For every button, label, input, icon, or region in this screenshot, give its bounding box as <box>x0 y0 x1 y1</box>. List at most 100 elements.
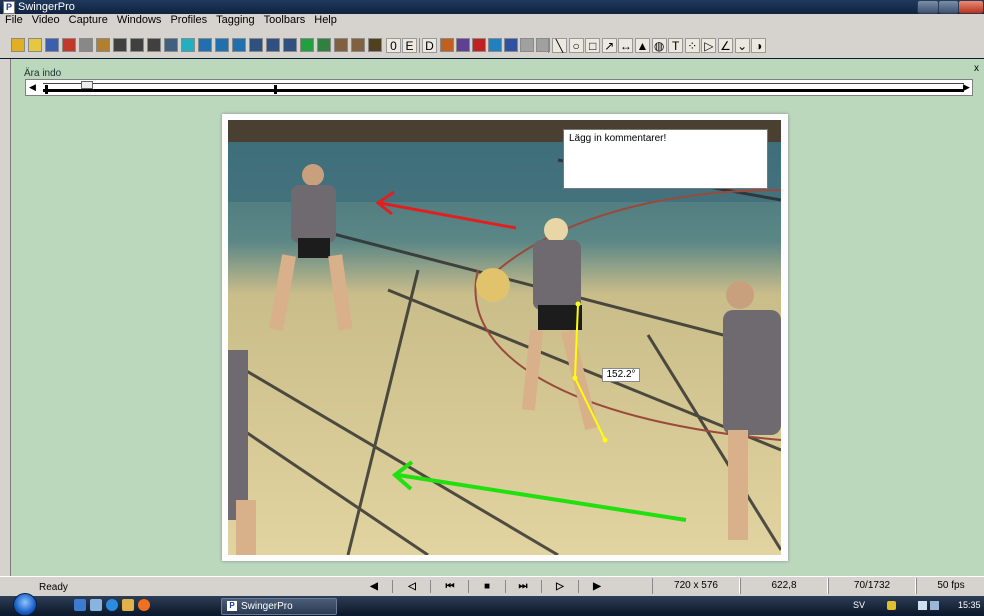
fps-readout: 50 fps <box>916 578 984 594</box>
play-back-button[interactable]: ◁ <box>404 579 420 594</box>
timeline-range-line <box>43 83 964 84</box>
separator <box>578 580 579 593</box>
toolbar-tool-icon[interactable] <box>232 38 246 52</box>
menu-file[interactable]: File <box>0 14 27 27</box>
toolbar-tool-icon[interactable] <box>215 38 229 52</box>
toolbar-tool-icon[interactable] <box>113 38 127 52</box>
quicklaunch-ie-icon[interactable] <box>106 599 118 611</box>
menu-windows[interactable]: Windows <box>112 14 166 27</box>
drawing-tool-icon[interactable]: ▲ <box>635 38 650 53</box>
toolbar-tool-icon[interactable] <box>79 38 93 52</box>
separator <box>430 580 431 593</box>
toolbar-tool-icon[interactable] <box>351 38 365 52</box>
toolbar-tool-icon[interactable] <box>198 38 212 52</box>
stop-button[interactable]: ■ <box>479 579 495 594</box>
taskbar-swingerpro-button[interactable]: P SwingerPro <box>221 598 337 615</box>
title-bar: P SwingerPro <box>0 0 984 14</box>
toolbar-tool-icon[interactable] <box>488 38 502 52</box>
tray-shield-icon[interactable] <box>887 601 896 610</box>
drawing-tool-icon[interactable]: ↗ <box>601 38 617 53</box>
step-forward-button[interactable]: ▶ <box>589 579 605 594</box>
timeline-bar[interactable]: ◀ ▶ <box>25 79 973 96</box>
tool-o-button[interactable]: 0 <box>386 38 401 53</box>
toolbar-tool-icon[interactable] <box>11 38 25 52</box>
comment-box[interactable]: Lägg in kommentarer! <box>563 129 768 189</box>
tool-e-button[interactable]: E <box>402 38 417 53</box>
toolbar: 0 E D ╲ ○ □ ↗ ↔ ▲ ◍ T ⁘ ▷ ∠ ⌄ ◑ <box>0 27 984 58</box>
toolbar-tool-icon[interactable] <box>130 38 144 52</box>
clock[interactable]: 15:35 <box>958 598 981 613</box>
last-frame-button[interactable]: ⏭ <box>515 579 531 594</box>
tray-volume-icon[interactable] <box>930 601 939 610</box>
toolbar-tool-icon[interactable] <box>181 38 195 52</box>
menu-capture[interactable]: Capture <box>64 14 112 27</box>
menu-video[interactable]: Video <box>27 14 64 27</box>
toolbar-tool-icon[interactable] <box>164 38 178 52</box>
angle-point <box>572 375 578 381</box>
toolbar-tool-icon[interactable] <box>266 38 280 52</box>
menu-help[interactable]: Help <box>309 14 341 27</box>
quicklaunch-desktop-icon[interactable] <box>74 599 86 611</box>
drawing-tool-icon[interactable]: ∠ <box>718 38 733 53</box>
toolbar-tool-icon[interactable] <box>334 38 348 52</box>
toolbar-tool-icon[interactable] <box>440 38 454 52</box>
toolbar-tool-icon[interactable] <box>249 38 263 52</box>
panel-close-button[interactable]: x <box>974 64 979 74</box>
menu-profiles[interactable]: Profiles <box>165 14 211 27</box>
system-tray: SV 15:35 <box>840 598 984 613</box>
resolution-readout: 720 x 576 <box>652 578 740 594</box>
language-indicator[interactable]: SV <box>853 598 865 613</box>
toolbar-tool-icon[interactable] <box>283 38 297 52</box>
toolbar-tool-icon[interactable] <box>28 38 42 52</box>
toolbar-tool-icon[interactable] <box>300 38 314 52</box>
toolbar-tool-icon[interactable] <box>62 38 76 52</box>
drawing-tool-icon[interactable]: ⌄ <box>734 38 750 53</box>
drawing-tool-icon[interactable]: ⁘ <box>684 38 700 53</box>
angle-label[interactable]: 152.2° <box>602 368 640 382</box>
menu-bar: File Video Capture Windows Profiles Tagging To… <box>0 14 984 27</box>
start-button[interactable] <box>13 593 37 616</box>
toolbar-tool-icon[interactable] <box>368 38 382 52</box>
toolbar-tool-icon[interactable] <box>472 38 486 52</box>
menu-tagging[interactable]: Tagging <box>211 14 259 27</box>
angle-point <box>602 437 608 443</box>
tray-network-icon[interactable] <box>918 601 927 610</box>
maximize-button[interactable] <box>938 0 959 14</box>
timeline-thumb[interactable] <box>81 81 93 89</box>
toolbar-tool-icon[interactable] <box>504 38 518 52</box>
play-button[interactable]: ▷ <box>552 579 568 594</box>
toolbar-tool-icon[interactable] <box>317 38 331 52</box>
timeline-track[interactable] <box>43 89 964 92</box>
toolbar-tool-icon[interactable] <box>147 38 161 52</box>
quicklaunch-media-icon[interactable] <box>138 599 150 611</box>
angle-point <box>575 301 581 307</box>
quicklaunch-explorer-icon[interactable] <box>90 599 102 611</box>
drawing-tool-icon[interactable]: ↔ <box>618 38 634 53</box>
quicklaunch-folder-icon[interactable] <box>122 599 134 611</box>
drawing-tool-icon[interactable]: ╲ <box>552 38 567 53</box>
toolbar-tool-icon[interactable] <box>96 38 110 52</box>
first-frame-button[interactable]: ⏮ <box>442 579 458 594</box>
timeline-right-arrow[interactable]: ▶ <box>960 80 973 95</box>
left-frame-border <box>0 59 11 576</box>
tool-d-button[interactable]: D <box>422 38 437 53</box>
drawing-tool-icon[interactable]: □ <box>585 38 601 53</box>
close-button[interactable] <box>958 0 984 14</box>
time-readout: 622,8 <box>740 578 828 594</box>
toolbar-tool-icon[interactable] <box>456 38 470 52</box>
separator <box>392 580 393 593</box>
drawing-tool-icon[interactable]: T <box>668 38 684 53</box>
toolbar-tool-icon[interactable] <box>45 38 59 52</box>
drawing-tool-icon[interactable]: ◍ <box>651 38 667 53</box>
step-back-button[interactable]: ◀ <box>366 579 382 594</box>
toolbar-separator <box>548 38 549 53</box>
drawing-tool-icon[interactable]: ○ <box>568 38 584 53</box>
timeline-position-marker[interactable] <box>274 85 277 94</box>
drawing-tool-icon[interactable]: ◑ <box>751 38 767 53</box>
timeline-left-arrow[interactable]: ◀ <box>26 80 39 95</box>
menu-toolbars[interactable]: Toolbars <box>259 14 310 27</box>
minimize-button[interactable] <box>917 0 939 14</box>
toolbar-tool-icon[interactable] <box>520 38 534 52</box>
timeline-start-marker[interactable] <box>45 85 48 94</box>
drawing-tool-icon[interactable]: ▷ <box>701 38 717 53</box>
